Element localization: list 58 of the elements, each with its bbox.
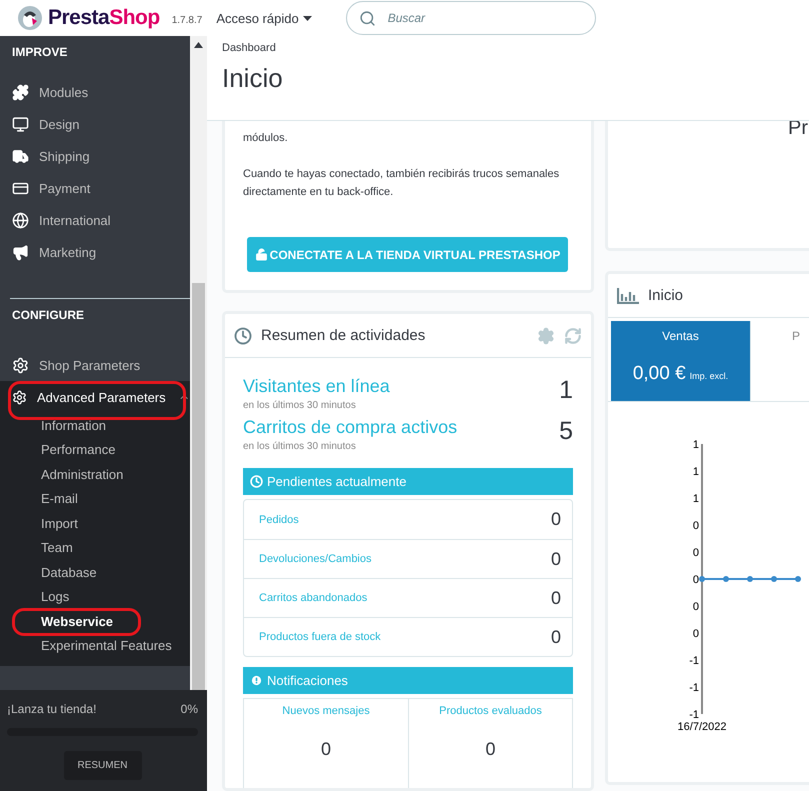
y-tick-label: 1 (692, 466, 699, 478)
submenu-item[interactable]: Team (0, 536, 190, 560)
submenu-item[interactable]: Webservice (0, 609, 190, 634)
x-axis-label: 16/7/2022 (678, 721, 726, 733)
pending-count: 0 (550, 548, 561, 570)
summary-button[interactable]: RESUMEN (64, 751, 142, 780)
y-tick-label: 1 (692, 439, 699, 451)
y-tick-label: 0 (692, 601, 699, 613)
progress-percent: 0% (180, 702, 198, 716)
page-title: Inicio (222, 63, 284, 94)
submenu-item[interactable]: Performance (0, 438, 190, 462)
stat-caption: en los últimos 30 minutos (243, 441, 357, 452)
sidebar-item[interactable]: Payment (0, 172, 190, 204)
pending-count: 0 (550, 588, 561, 608)
search-field[interactable]: Buscar (346, 1, 596, 35)
sidebar-item[interactable]: International (0, 204, 190, 236)
quick-access-menu[interactable]: Acceso rápido (216, 10, 312, 26)
sidebar-item[interactable]: Modules (0, 76, 190, 108)
section-title: CONFIGURE (11, 307, 85, 324)
y-tick-label: -1 (689, 709, 699, 721)
submenu-item[interactable]: Import (0, 511, 190, 536)
section-title: Notificaciones (267, 673, 348, 688)
version-label: 1.7.8.7 (172, 14, 202, 26)
section-title: IMPROVE (11, 44, 68, 61)
sidebar-item[interactable]: Marketing (0, 236, 190, 268)
card-title: Inicio (648, 287, 684, 304)
sidebar-item[interactable]: Design (0, 108, 190, 140)
section-title: Pendientes actualmente (267, 474, 406, 489)
stat-caption: en los últimos 30 minutos (243, 400, 357, 411)
card-text: Cuando te hayas conectado, también recibirás trucos semanales directamente en tu back-office. (242, 167, 560, 200)
submenu-item[interactable]: E-mail (0, 486, 190, 511)
y-tick-label: 0 (692, 520, 699, 532)
y-tick-label: 0 (692, 547, 699, 559)
sidebar-item[interactable]: Shop Parameters (0, 349, 190, 381)
notification-count: 0 (485, 739, 496, 760)
stat-value: 5 (559, 417, 573, 447)
y-tick-label: -1 (689, 655, 699, 667)
y-tick-label: -1 (689, 682, 699, 694)
notification-count: 0 (320, 739, 331, 760)
sidebar-item[interactable]: Shipping (0, 140, 190, 172)
y-tick-label: 1 (692, 493, 699, 505)
pending-count: 0 (550, 626, 561, 648)
pending-count: 0 (550, 509, 561, 530)
submenu-item[interactable]: Administration (0, 462, 190, 486)
card-title: Resumen de actividades (261, 327, 426, 344)
submenu-item[interactable]: Experimental Features (0, 634, 190, 658)
search-input[interactable]: Buscar (386, 10, 566, 26)
y-tick-label: 0 (692, 574, 699, 586)
logo-text: PrestaShop (48, 6, 160, 30)
submenu-item[interactable]: Information (0, 413, 190, 438)
stat-value: 1 (559, 376, 573, 406)
launch-label: ¡Lanza tu tienda! (7, 702, 96, 716)
breadcrumb[interactable]: Dashboard (222, 42, 794, 54)
submenu-item[interactable]: Database (0, 560, 190, 584)
y-tick-label: 0 (692, 628, 699, 640)
card-text: módulos. (242, 131, 289, 146)
kpi-tab[interactable]: Ventas 0,00 € Imp. excl. (611, 321, 751, 401)
submenu-item[interactable]: Logs (0, 584, 190, 609)
